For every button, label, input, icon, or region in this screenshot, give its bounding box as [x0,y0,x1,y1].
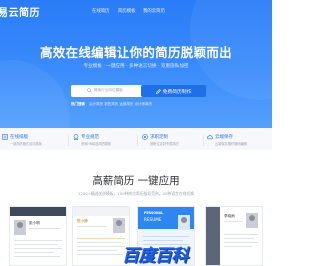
feature-divider [68,135,69,146]
card-header-bar [10,207,66,216]
card-name: 陈小静 [77,219,88,223]
hero-decoration [0,60,70,128]
card-tag: PERSONAL [144,211,164,215]
text-line [14,248,62,250]
section-subtitle: 1200+精选优质模板，100种岗位简历指导范例，20种语言在线切换 [77,191,195,196]
hot-term[interactable]: 会计简历 [89,102,103,106]
feature-desc: 一键简历格式自动排版 [10,142,42,146]
feature-item: 在线排版 一键简历格式自动排版 [2,133,64,149]
text-line [77,246,125,248]
feature-divider [203,135,204,146]
logo-text: 易云简历 [0,7,40,19]
section-title: 高薪简历 一键应用 [92,175,180,187]
search-icon [87,88,92,93]
text-line [77,242,121,244]
feature-strip: 在线排版 一键简历格式自动排版 专业规范 资深HR精选简历模板 求职定制 按职位… [0,128,272,150]
target-icon [142,134,148,140]
hot-term[interactable]: 运营简历 [119,102,133,106]
text-line [224,238,254,240]
template-card[interactable]: 李晓雨 [205,206,263,266]
feature-title: 在线排版 [10,135,28,140]
feature-desc: 云端保存随时随地编辑 [215,142,247,146]
feature-item: 求职定制 按职位定制专属简历 [142,133,204,149]
text-line [77,254,123,256]
text-line [77,250,117,252]
text-line [14,240,62,242]
feature-divider [137,135,138,146]
search-input[interactable]: 搜索行业岗位模板 [94,88,123,93]
avatar [113,218,125,233]
avatar [178,215,190,230]
badge-icon [73,134,79,140]
baike-watermark: 百度百科 [122,238,206,266]
template-card[interactable]: 张小明 [9,206,67,266]
avatar [246,213,258,228]
card-name: RESUME [144,217,162,222]
cloud-icon [207,135,213,140]
text-line [224,242,258,244]
text-line [14,244,58,246]
feature-title: 云端保存 [215,135,233,140]
avatar [14,220,26,235]
site-logo[interactable]: 易云简历 [0,3,40,19]
card-header-bar [73,207,129,216]
text-line [14,256,60,258]
nav-item-my-resume[interactable]: 我的云简历 [143,8,165,14]
feature-desc: 按职位定制专属简历 [150,142,179,146]
hero-subline: 专业模板 · 一键应用 · 多种语言切换 · 双重隐私加密 [83,64,189,69]
free-resume-button[interactable]: 免费简历制作 [141,85,206,97]
pencil-icon [155,88,161,94]
nav-item-templates[interactable]: 简历模板 [118,8,136,14]
text-line [224,221,242,223]
text-line [224,246,252,248]
layout-icon [2,134,8,140]
text-line [77,238,125,240]
text-line [29,228,61,230]
card-side-bar [206,207,220,265]
free-resume-label: 免费简历制作 [162,89,192,95]
text-line [77,226,107,228]
hot-searches-label: 热门搜索 [71,102,85,106]
nav-item-online-resume[interactable]: 在线简历 [92,8,110,14]
text-line [224,234,258,236]
text-line [143,236,189,238]
feature-title: 求职定制 [150,135,168,140]
hot-term[interactable]: 设计师简历 [135,102,153,106]
card-name: 张小明 [29,221,40,225]
hot-searches: 热门搜索 会计简历 销售简历 运营简历 设计师简历 [71,102,152,107]
hero-headline: 高效在线编辑让你的简历脱颖而出 [39,45,232,60]
hot-term[interactable]: 销售简历 [104,102,118,106]
text-line [14,252,54,254]
hero-banner: 易云简历 在线简历 简历模板 我的云简历 高效在线编辑让你的简历脱颖而出 专业模… [0,0,272,128]
feature-desc: 资深HR精选简历模板 [81,142,112,146]
feature-title: 专业规范 [81,135,99,140]
watermark-text: 百度百科 [122,246,189,266]
card-name: 李晓雨 [224,214,235,218]
feature-item: 专业规范 资深HR精选简历模板 [73,133,135,149]
feature-item: 云端保存 云端保存随时随地编辑 [207,133,269,149]
